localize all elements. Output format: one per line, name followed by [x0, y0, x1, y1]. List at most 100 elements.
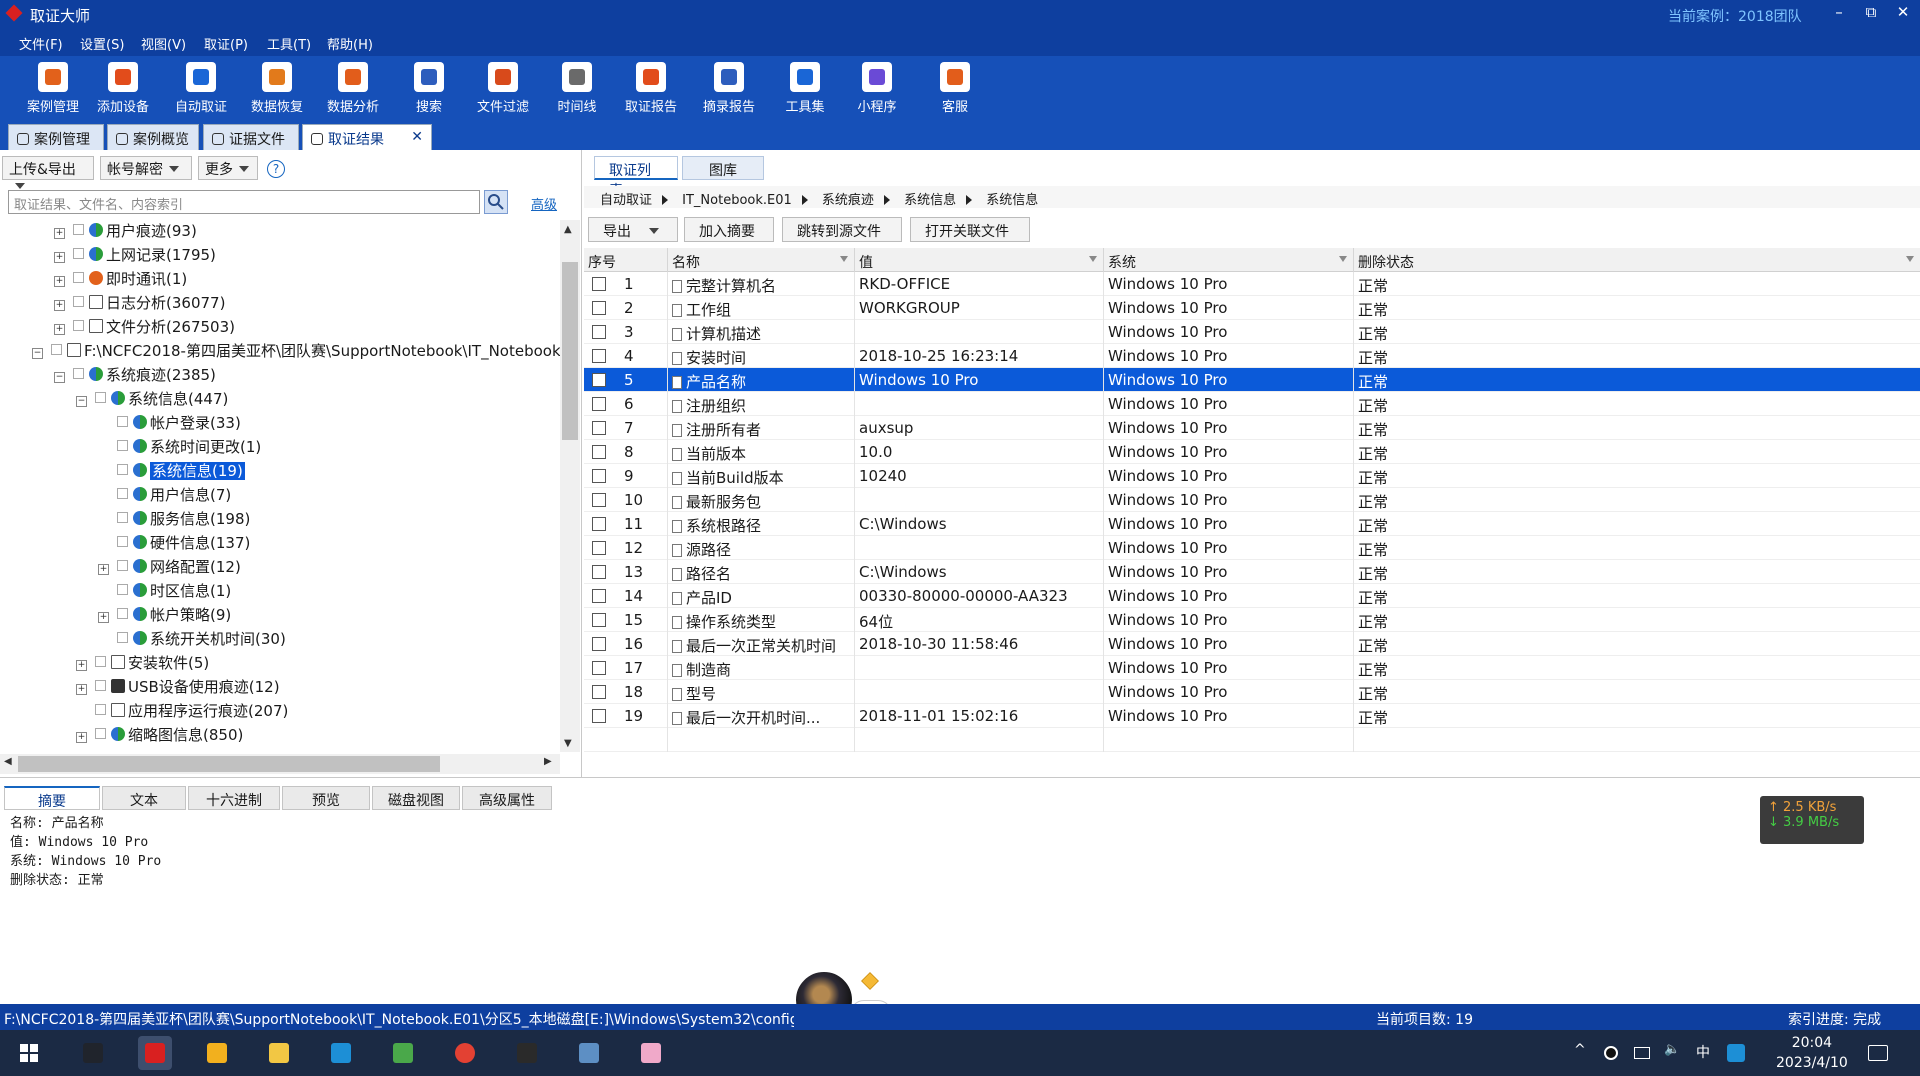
terminal-icon[interactable] — [510, 1036, 544, 1070]
tree-node[interactable]: 服务信息(198) — [98, 508, 250, 532]
breadcrumb-item[interactable]: 自动取证 — [600, 189, 652, 208]
help-icon[interactable]: ? — [267, 160, 285, 178]
row-checkbox[interactable] — [592, 421, 606, 435]
tree-checkbox[interactable] — [95, 680, 106, 691]
row-checkbox[interactable] — [592, 709, 606, 723]
tree-checkbox[interactable] — [73, 248, 84, 259]
tree-node[interactable]: + 上网记录(1795) — [54, 244, 216, 268]
search-button[interactable] — [484, 190, 508, 214]
chrome-icon[interactable] — [448, 1036, 482, 1070]
row-checkbox[interactable] — [592, 493, 606, 507]
row-checkbox[interactable] — [592, 277, 606, 291]
table-row[interactable]: 14 产品ID 00330-80000-00000-AA323 Windows 10 … — [584, 584, 1920, 608]
tree-checkbox[interactable] — [117, 632, 128, 643]
collapse-icon[interactable]: − — [32, 348, 43, 359]
tab-disk-view[interactable]: 磁盘视图 — [372, 786, 460, 810]
menu-forensics[interactable]: 取证(P) — [204, 34, 248, 53]
tab-evidence-files[interactable]: 证据文件 — [203, 124, 299, 150]
add-summary-button[interactable]: 加入摘要 — [684, 217, 774, 242]
tab-gallery[interactable]: 图库 — [682, 156, 764, 180]
tab-text[interactable]: 文本 — [102, 786, 186, 810]
close-button[interactable]: ✕ — [1890, 3, 1916, 21]
column-header-index[interactable]: 序号 — [584, 248, 668, 272]
filter-icon[interactable] — [1089, 256, 1097, 262]
expand-icon[interactable]: + — [76, 660, 87, 671]
tree-node[interactable]: + 文件分析(267503) — [54, 316, 235, 340]
expand-icon[interactable]: + — [98, 564, 109, 575]
menu-file[interactable]: 文件(F) — [19, 34, 63, 53]
tree-node[interactable]: − 系统痕迹(2385) — [54, 364, 216, 388]
tree-node[interactable]: + 日志分析(36077) — [54, 292, 225, 316]
tree-node[interactable]: 应用程序运行痕迹(207) — [76, 700, 288, 724]
tree-node[interactable]: 系统开关机时间(30) — [98, 628, 286, 652]
tree-node[interactable]: 系统时间更改(1) — [98, 436, 261, 460]
collapse-icon[interactable]: − — [76, 396, 87, 407]
column-header-delete-status[interactable]: 删除状态 — [1354, 248, 1920, 272]
tree-node[interactable]: + 即时通讯(1) — [54, 268, 187, 292]
tree-node[interactable]: + USB设备使用痕迹(12) — [76, 676, 280, 700]
tab-preview[interactable]: 预览 — [282, 786, 370, 810]
row-checkbox[interactable] — [592, 469, 606, 483]
tree-checkbox[interactable] — [95, 656, 106, 667]
table-row[interactable]: 12 源路径 Windows 10 Pro 正常 — [584, 536, 1920, 560]
table-row[interactable]: 15 操作系统类型 64位 Windows 10 Pro 正常 — [584, 608, 1920, 632]
tree-node[interactable]: 帐户登录(33) — [98, 412, 241, 436]
row-checkbox[interactable] — [592, 445, 606, 459]
tree-checkbox[interactable] — [117, 512, 128, 523]
expand-icon[interactable]: + — [54, 276, 65, 287]
tree-node[interactable]: 用户信息(7) — [98, 484, 231, 508]
breadcrumb-item[interactable]: 系统痕迹 — [822, 189, 874, 208]
toolbar-button-3[interactable]: 数据恢复 — [240, 60, 314, 118]
system-clock[interactable]: 20:04 2023/4/10 — [1776, 1033, 1848, 1073]
tab-close-icon[interactable]: ✕ — [411, 129, 423, 145]
row-checkbox[interactable] — [592, 349, 606, 363]
tab-advanced-props[interactable]: 高级属性 — [462, 786, 552, 810]
tree-checkbox[interactable] — [117, 608, 128, 619]
table-row[interactable]: 8 当前版本 10.0 Windows 10 Pro 正常 — [584, 440, 1920, 464]
toolbar-button-4[interactable]: 数据分析 — [316, 60, 390, 118]
tree-checkbox[interactable] — [117, 560, 128, 571]
table-row[interactable]: 2 工作组 WORKGROUP Windows 10 Pro 正常 — [584, 296, 1920, 320]
tree-checkbox[interactable] — [117, 536, 128, 547]
notification-icon[interactable] — [1868, 1045, 1888, 1061]
toolbar-button-11[interactable]: 小程序 — [840, 60, 914, 118]
toolbar-button-10[interactable]: 工具集 — [768, 60, 842, 118]
file-explorer-icon[interactable] — [262, 1036, 296, 1070]
table-row[interactable]: 1 完整计算机名 RKD-OFFICE Windows 10 Pro 正常 — [584, 272, 1920, 296]
tab-hex[interactable]: 十六进制 — [188, 786, 280, 810]
qq-tray-icon[interactable] — [1604, 1046, 1618, 1060]
row-checkbox[interactable] — [592, 397, 606, 411]
row-checkbox[interactable] — [592, 373, 606, 387]
row-checkbox[interactable] — [592, 541, 606, 555]
expand-icon[interactable]: + — [54, 324, 65, 335]
table-row[interactable]: 5 产品名称 Windows 10 Pro Windows 10 Pro 正常 — [584, 368, 1920, 392]
tree-checkbox[interactable] — [73, 368, 84, 379]
filter-icon[interactable] — [1339, 256, 1347, 262]
tree-node[interactable]: + 安装软件(5) — [76, 652, 209, 676]
tree-checkbox[interactable] — [73, 320, 84, 331]
tree-checkbox[interactable] — [73, 296, 84, 307]
table-row[interactable]: 16 最后一次正常关机时间 2018-10-30 11:58:46 Windows 1… — [584, 632, 1920, 656]
tree-node[interactable]: − F:\NCFC2018-第四届美亚杯\团队赛\SupportNotebook\… — [32, 340, 560, 364]
app-green-icon[interactable] — [386, 1036, 420, 1070]
toolbar-button-5[interactable]: 搜索 — [392, 60, 466, 118]
export-dropdown[interactable]: 导出 — [588, 217, 678, 242]
app-blue-icon[interactable] — [324, 1036, 358, 1070]
expand-icon[interactable]: + — [54, 300, 65, 311]
tab-case-management[interactable]: 案例管理 — [8, 124, 104, 150]
toolbar-button-0[interactable]: 案例管理 — [16, 60, 90, 118]
row-checkbox[interactable] — [592, 301, 606, 315]
tree-checkbox[interactable] — [117, 488, 128, 499]
menu-help[interactable]: 帮助(H) — [327, 34, 373, 53]
tree-checkbox[interactable] — [95, 704, 106, 715]
tree-checkbox[interactable] — [117, 440, 128, 451]
breadcrumb-item[interactable]: IT_Notebook.E01 — [682, 193, 792, 208]
maximize-button[interactable]: ⧉ — [1858, 3, 1884, 21]
table-row[interactable]: 6 注册组织 Windows 10 Pro 正常 — [584, 392, 1920, 416]
table-row[interactable]: 19 最后一次开机时间... 2018-11-01 15:02:16 Windows … — [584, 704, 1920, 728]
app-tray-icon[interactable] — [1727, 1044, 1745, 1062]
table-row[interactable]: 4 安装时间 2018-10-25 16:23:14 Windows 10 Pro 正常 — [584, 344, 1920, 368]
tree-node[interactable]: 时区信息(1) — [98, 580, 231, 604]
tree-node[interactable]: + 网络配置(12) — [98, 556, 241, 580]
toolbar-button-6[interactable]: 文件过滤 — [466, 60, 540, 118]
